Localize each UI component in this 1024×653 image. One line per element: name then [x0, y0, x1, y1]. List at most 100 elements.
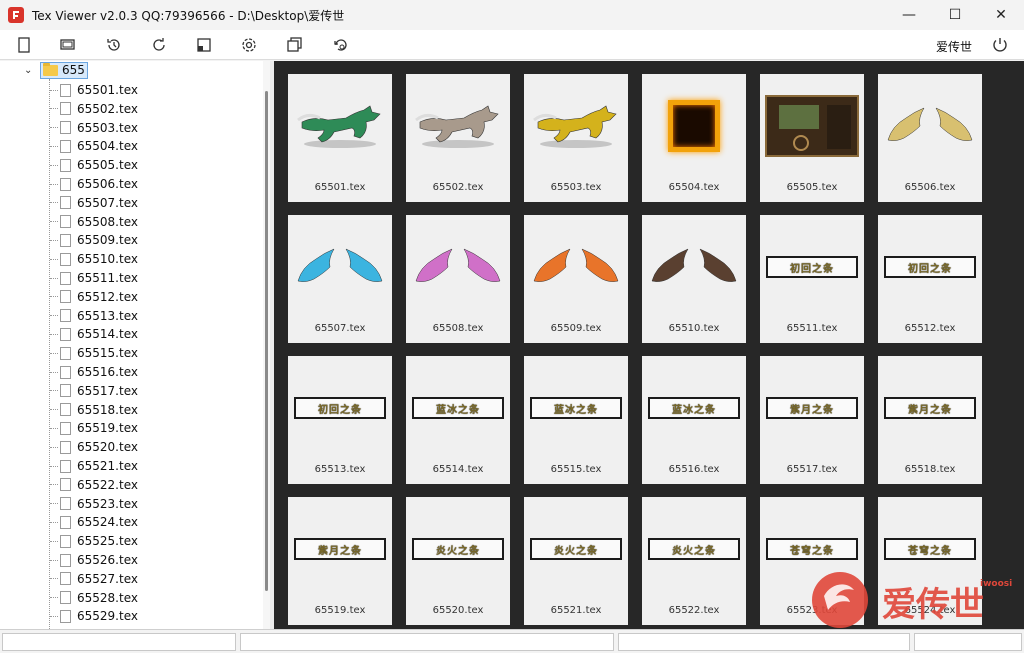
tree-item[interactable]: 65516.tex	[50, 363, 138, 381]
tree-item[interactable]: 65519.tex	[50, 419, 138, 437]
thumbnail-card[interactable]: 65504.tex	[642, 74, 746, 202]
gear-icon[interactable]	[237, 33, 261, 57]
tree-item[interactable]: 65508.tex	[50, 213, 138, 231]
tree-item[interactable]: 65506.tex	[50, 175, 138, 193]
thumbnail-card[interactable]: 炎火之条 65521.tex	[524, 497, 628, 625]
thumbnail-card[interactable]: 蓝冰之条 65516.tex	[642, 356, 746, 484]
tree-item[interactable]: 65501.tex	[50, 81, 138, 99]
title-plate-text: 初回之条	[908, 263, 952, 275]
tree-item[interactable]: 65522.tex	[50, 476, 138, 494]
thumbnail-card[interactable]: 炎火之条 65520.tex	[406, 497, 510, 625]
file-icon	[60, 158, 71, 172]
tree-connector	[50, 597, 58, 599]
user-label[interactable]: 爱传世	[936, 38, 972, 55]
thumbnail-image	[406, 215, 510, 319]
thumbnail-card[interactable]: 65505.tex	[760, 74, 864, 202]
thumbnail-card[interactable]: 紫月之条 65519.tex	[288, 497, 392, 625]
tree-item[interactable]: 65502.tex	[50, 100, 138, 118]
status-pane-1	[2, 633, 236, 651]
square-icon[interactable]	[192, 33, 216, 57]
tree-root[interactable]: ⌄ 655	[24, 61, 88, 79]
tree-item[interactable]: 65526.tex	[50, 551, 138, 569]
tree-item[interactable]: 65529.tex	[50, 607, 138, 625]
thumbnail-card[interactable]: 65510.tex	[642, 215, 746, 343]
title-plate-sprite: 蓝冰之条	[648, 397, 740, 419]
new-icon[interactable]	[12, 33, 36, 57]
thumbnail-card[interactable]: 65501.tex	[288, 74, 392, 202]
thumbnail-card[interactable]: 初回之条 65512.tex	[878, 215, 982, 343]
window-title: Tex Viewer v2.0.3 QQ:79396566 - D:\Deskt…	[32, 8, 345, 23]
tree-item[interactable]: 65507.tex	[50, 194, 138, 212]
status-bar	[0, 629, 1024, 653]
thumbnail-card[interactable]: 65509.tex	[524, 215, 628, 343]
thumbnail-card[interactable]: 紫月之条 65518.tex	[878, 356, 982, 484]
tree-item[interactable]: 65505.tex	[50, 156, 138, 174]
tree-item[interactable]: 65504.tex	[50, 137, 138, 155]
thumbnail-card[interactable]: 65508.tex	[406, 215, 510, 343]
thumbnail-card[interactable]: 65503.tex	[524, 74, 628, 202]
tree-item[interactable]: 65518.tex	[50, 401, 138, 419]
thumbnail-card[interactable]: 初回之条 65513.tex	[288, 356, 392, 484]
tree-item[interactable]: 65510.tex	[50, 250, 138, 268]
thumbnail-label: 65522.tex	[668, 605, 720, 616]
tree-item[interactable]: 65514.tex	[50, 325, 138, 343]
tree-item[interactable]: 65521.tex	[50, 457, 138, 475]
folder-icon	[43, 62, 58, 76]
thumbnail-card[interactable]: 65507.tex	[288, 215, 392, 343]
history-icon[interactable]	[102, 33, 126, 57]
tree-item-label: 65524.tex	[77, 515, 138, 530]
tree-item[interactable]: 65515.tex	[50, 344, 138, 362]
tree-item[interactable]: 65513.tex	[50, 307, 138, 325]
refresh-icon[interactable]	[147, 33, 171, 57]
thumbnail-label: 65508.tex	[432, 323, 484, 334]
watermark-text: 爱传世	[882, 585, 984, 625]
thumbnail-label: 65512.tex	[904, 323, 956, 334]
rotate-icon[interactable]	[329, 33, 353, 57]
chevron-down-icon[interactable]: ⌄	[24, 65, 36, 76]
tree-item[interactable]: 65527.tex	[50, 570, 138, 588]
tree-item[interactable]: 65517.tex	[50, 382, 138, 400]
minimize-button[interactable]: —	[886, 0, 932, 30]
thumbnail-card[interactable]: 炎火之条 65522.tex	[642, 497, 746, 625]
title-plate-text: 紫月之条	[318, 545, 362, 557]
tree-scrollbar[interactable]	[263, 61, 270, 629]
tree-item-label: 65525.tex	[77, 534, 138, 549]
tree-item-label: 65518.tex	[77, 402, 138, 417]
file-icon	[60, 553, 71, 567]
toolbar: 爱传世	[0, 30, 1024, 60]
file-icon	[60, 403, 71, 417]
tree-connector	[50, 371, 58, 373]
tree-folder[interactable]: 655	[40, 61, 88, 79]
thumbnail-card[interactable]: 紫月之条 65517.tex	[760, 356, 864, 484]
tree-connector	[50, 615, 58, 617]
thumbnail-card[interactable]: 65506.tex	[878, 74, 982, 202]
thumbnail-card[interactable]: 蓝冰之条 65514.tex	[406, 356, 510, 484]
power-icon[interactable]	[990, 35, 1010, 55]
file-icon	[60, 121, 71, 135]
tree-item[interactable]: 65503.tex	[50, 119, 138, 137]
tree-item[interactable]: 65528.tex	[50, 589, 138, 607]
close-button[interactable]: ✕	[978, 0, 1024, 30]
layers-icon[interactable]	[56, 33, 80, 57]
tree-connector	[50, 277, 58, 279]
tree-item[interactable]: 65512.tex	[50, 288, 138, 306]
tree-connector	[50, 503, 58, 505]
thumbnail-image: 初回之条	[878, 215, 982, 319]
tree-item[interactable]: 65520.tex	[50, 438, 138, 456]
thumbnail-label: 65510.tex	[668, 323, 720, 334]
maximize-button[interactable]: ☐	[932, 0, 978, 30]
thumbnail-card[interactable]: 65502.tex	[406, 74, 510, 202]
tree-item[interactable]: 65523.tex	[50, 495, 138, 513]
copy-icon[interactable]	[283, 33, 307, 57]
tree-item[interactable]: 65525.tex	[50, 532, 138, 550]
scrollbar-thumb[interactable]	[265, 91, 268, 591]
tree-item-label: 65501.tex	[77, 83, 138, 97]
tree-item[interactable]: 65524.tex	[50, 513, 138, 531]
thumbnail-card[interactable]: 蓝冰之条 65515.tex	[524, 356, 628, 484]
tree-item[interactable]: 65511.tex	[50, 269, 138, 287]
tree-item[interactable]: 65509.tex	[50, 231, 138, 249]
thumbnail-card[interactable]: 初回之条 65511.tex	[760, 215, 864, 343]
tree-item-label: 65516.tex	[77, 365, 138, 379]
tree-connector	[50, 446, 58, 448]
thumbnail-image: 紫月之条	[760, 356, 864, 460]
